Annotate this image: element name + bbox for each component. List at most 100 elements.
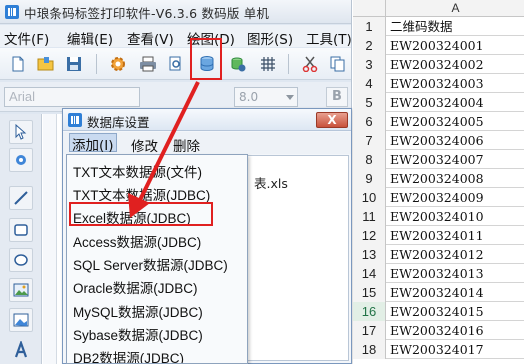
table-cell[interactable]: EW200324007	[390, 150, 484, 169]
font-size-value: 8.0	[239, 90, 259, 104]
scissors-icon[interactable]	[300, 54, 320, 74]
settings-gear-icon[interactable]	[108, 54, 128, 74]
row-number[interactable]: 18	[353, 340, 386, 359]
table-cell[interactable]: EW200324008	[390, 169, 484, 188]
picture-icon[interactable]	[9, 308, 33, 332]
table-cell[interactable]: EW200324002	[390, 55, 484, 74]
row-number[interactable]: 6	[353, 112, 386, 131]
modify-button[interactable]: 修改	[131, 135, 158, 155]
rectangle-icon[interactable]	[9, 218, 33, 242]
menu-file[interactable]: 文件(F)	[4, 28, 49, 48]
table-cell[interactable]: EW200324003	[390, 74, 484, 93]
table-cell[interactable]: EW200324001	[390, 36, 484, 55]
table-row: 16 EW200324015	[353, 302, 524, 321]
add-button[interactable]: 添加(I)	[69, 133, 117, 154]
menu-view[interactable]: 查看(V)	[127, 28, 174, 48]
grid-icon[interactable]	[258, 54, 278, 74]
row-number[interactable]: 15	[353, 283, 386, 302]
menu-item-oracle-jdbc[interactable]: Oracle数据源(JDBC)	[73, 277, 198, 297]
table-cell[interactable]: EW200324012	[390, 245, 484, 264]
menu-edit[interactable]: 编辑(E)	[67, 28, 113, 48]
excel-item-highlight	[69, 202, 213, 226]
database-button-highlight	[190, 38, 222, 80]
select-all-corner[interactable]	[353, 0, 386, 17]
menu-item-txt-file[interactable]: TXT文本数据源(文件)	[73, 161, 202, 181]
table-cell[interactable]: EW200324004	[390, 93, 484, 112]
text-icon[interactable]	[9, 338, 33, 362]
save-icon[interactable]	[64, 54, 84, 74]
menu-item-txt-jdbc[interactable]: TXT文本数据源(JDBC)	[73, 184, 210, 204]
row-number[interactable]: 1	[353, 17, 386, 36]
row-number[interactable]: 3	[353, 55, 386, 74]
font-name-combo[interactable]: Arial	[4, 87, 140, 107]
new-file-icon[interactable]	[8, 54, 28, 74]
datasource-file-name: 表.xls	[254, 176, 288, 191]
row-number[interactable]: 5	[353, 93, 386, 112]
copy-icon[interactable]	[328, 54, 348, 74]
row-number[interactable]: 9	[353, 169, 386, 188]
database-settings-icon[interactable]	[228, 54, 248, 74]
delete-button[interactable]: 删除	[173, 135, 200, 155]
dialog-title: 数据库设置	[87, 115, 150, 130]
row-number[interactable]: 14	[353, 264, 386, 283]
font-size-combo[interactable]: 8.0	[234, 87, 298, 107]
table-cell[interactable]: EW200324005	[390, 112, 484, 131]
table-row: 1 二维码数据	[353, 17, 524, 36]
column-a-header[interactable]: A	[387, 1, 524, 15]
line-icon[interactable]	[9, 186, 33, 210]
row-number[interactable]: 8	[353, 150, 386, 169]
menu-item-access-jdbc[interactable]: Access数据源(JDBC)	[73, 231, 201, 251]
dialog-logo-icon	[68, 113, 82, 127]
menu-item-sybase-jdbc[interactable]: Sybase数据源(JDBC)	[73, 324, 203, 344]
menu-item-sqlserver-jdbc[interactable]: SQL Server数据源(JDBC)	[73, 254, 228, 274]
table-row: 10 EW200324009	[353, 188, 524, 207]
print-preview-icon[interactable]	[166, 54, 186, 74]
screenshot-root: 中琅条码标签打印软件-V6.3.6 数码版 单机 文件(F) 编辑(E) 查看(…	[0, 0, 524, 364]
toolbar-separator	[288, 54, 289, 74]
table-cell[interactable]: EW200324010	[390, 207, 484, 226]
row-number[interactable]: 12	[353, 226, 386, 245]
table-row: 2 EW200324001	[353, 36, 524, 55]
table-row: 12 EW200324011	[353, 226, 524, 245]
add-datasource-menu: TXT文本数据源(文件) TXT文本数据源(JDBC) Excel数据源(JDB…	[66, 154, 248, 364]
vertical-ruler	[43, 114, 57, 364]
row-number[interactable]: 16	[353, 302, 386, 321]
row-number[interactable]: 7	[353, 131, 386, 150]
open-folder-icon[interactable]	[36, 54, 56, 74]
print-icon[interactable]	[138, 54, 158, 74]
column-header: A	[353, 0, 524, 17]
rotate-icon[interactable]	[9, 148, 33, 172]
table-row: 15 EW200324014	[353, 283, 524, 302]
table-cell[interactable]: 二维码数据	[390, 17, 453, 36]
row-number[interactable]: 2	[353, 36, 386, 55]
row-number[interactable]: 13	[353, 245, 386, 264]
row-number[interactable]: 10	[353, 188, 386, 207]
menu-item-mysql-jdbc[interactable]: MySQL数据源(JDBC)	[73, 301, 203, 321]
toolbar-separator	[96, 54, 97, 74]
table-cell[interactable]: EW200324006	[390, 131, 484, 150]
pointer-icon[interactable]	[9, 120, 33, 144]
table-row: 5 EW200324004	[353, 93, 524, 112]
table-cell[interactable]: EW200324009	[390, 188, 484, 207]
table-cell[interactable]: EW200324014	[390, 283, 484, 302]
close-button[interactable]: X	[316, 112, 348, 128]
table-row: 14 EW200324013	[353, 264, 524, 283]
menu-tools[interactable]: 工具(T)	[306, 28, 351, 48]
row-number[interactable]: 4	[353, 74, 386, 93]
table-cell[interactable]: EW200324011	[390, 226, 484, 245]
row-number[interactable]: 11	[353, 207, 386, 226]
table-row: 18 EW200324017	[353, 340, 524, 359]
menu-shape[interactable]: 图形(S)	[247, 28, 293, 48]
table-row: 17 EW200324016	[353, 321, 524, 340]
table-row: 3 EW200324002	[353, 55, 524, 74]
table-cell[interactable]: EW200324016	[390, 321, 484, 340]
image-icon[interactable]	[9, 278, 33, 302]
ellipse-icon[interactable]	[9, 248, 33, 272]
table-cell[interactable]: EW200324017	[390, 340, 484, 359]
menu-item-db2-jdbc[interactable]: DB2数据源(JDBC)	[73, 347, 184, 363]
row-number[interactable]: 17	[353, 321, 386, 340]
bold-button[interactable]: B	[326, 87, 348, 107]
table-cell[interactable]: EW200324015	[390, 302, 484, 321]
table-cell[interactable]: EW200324013	[390, 264, 484, 283]
table-row: 13 EW200324012	[353, 245, 524, 264]
